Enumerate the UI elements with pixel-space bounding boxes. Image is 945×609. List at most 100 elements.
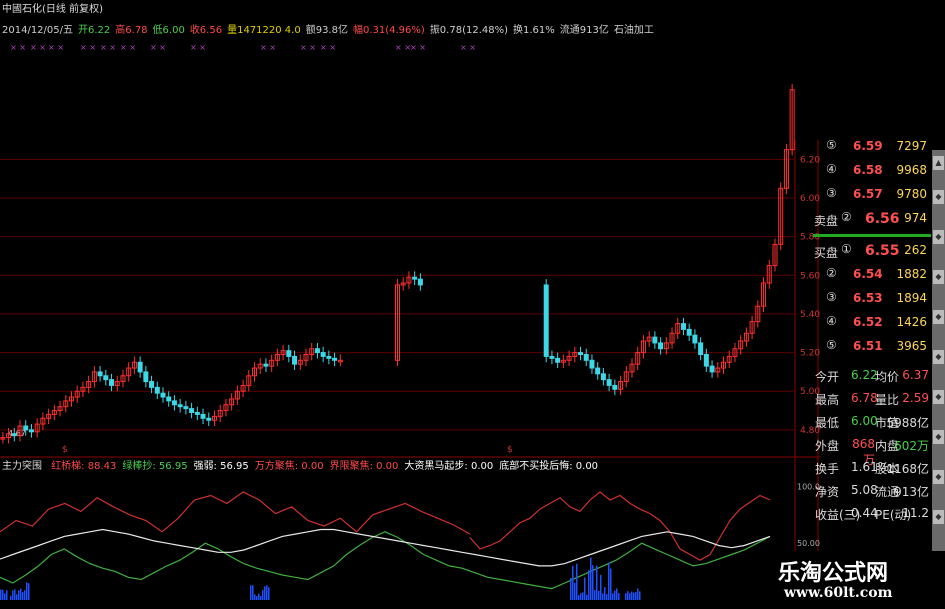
order-volume: 9780 [896,187,927,201]
order-volume: 1426 [896,315,927,329]
buy-order-row: ① 6.55 262 买盘 [813,238,931,264]
volume-bar [588,570,590,600]
strength-line [0,530,770,566]
volume-bar [24,590,26,600]
quote-info-item: 流通913亿 [560,25,609,36]
candle-body [184,407,188,409]
buy-order-row: ③ 6.53 1894 [813,286,931,312]
volume-bar [618,593,620,600]
chart-title: 中國石化(日线 前复权) [2,4,103,16]
signal-marker: × × [48,43,64,52]
signal-marker: × × [320,43,336,52]
volume-bar [600,575,602,600]
indicator-name[interactable]: 主力突围 [2,461,42,472]
scroll-button[interactable]: ◆ [933,430,944,444]
scroll-button[interactable]: ◆ [933,390,944,404]
order-level: ④ [826,314,837,328]
quote-info-bar: 2014/12/05/五 开6.22 高6.78 低6.00 收6.56 量1471220… [2,25,659,37]
stat-label: 均价 [875,368,899,385]
candle-body [584,355,588,361]
signal-marker: × × [120,43,136,52]
volume-bar [582,592,584,600]
stock-chart[interactable]: 6.206.005.805.605.405.205.004.804.67× × ×… [0,0,945,609]
quote-info-item: 2014/12/05/五 [2,25,73,36]
order-volume: 7297 [896,139,927,153]
quote-info-item: 开6.22 [78,25,110,36]
signal-marker: × × [260,43,276,52]
volume-bar [254,594,256,600]
candle-body [161,393,165,397]
scroll-up-button[interactable]: ▲ [933,156,944,170]
candle-body [579,353,583,355]
volume-bar [20,589,22,600]
candle-body [333,358,337,360]
event-marker: $ [62,445,68,455]
volume-bar [256,596,258,600]
scroll-button[interactable]: ◆ [933,350,944,364]
signal-marker: × × [460,43,476,52]
volume-bar [596,566,598,600]
indicator-value: 底部不买投后悔: 0.00 [499,461,598,472]
signal-marker: × × [150,43,166,52]
volume-bar [268,587,270,600]
order-price: 6.55 [865,243,900,259]
side-scrollbar[interactable]: ▲ ◆ ◆ ◆ ◆ ◆ ◆ ◆ ◆ ◆ [932,150,945,604]
candle-body [110,380,114,386]
stat-value: 5.08 [851,483,875,497]
scroll-button[interactable]: ◆ [933,270,944,284]
volume-bar [578,595,580,600]
scroll-button[interactable]: ◆ [933,470,944,484]
red-indicator-line [0,492,470,534]
order-price: 6.58 [853,163,883,177]
volume-bar [28,583,30,600]
candle-body [550,356,554,358]
scroll-button[interactable]: ◆ [933,510,944,524]
order-price: 6.51 [853,339,883,353]
candle-body [413,277,417,279]
signal-marker: × × [30,43,46,52]
scroll-button[interactable]: ◆ [933,310,944,324]
signal-marker: × × [10,43,26,52]
order-price: 6.53 [853,291,883,305]
indicator-value: 界限聚焦: 0.00 [330,461,399,472]
order-volume: 262 [904,243,927,257]
volume-bar [4,593,6,600]
watermark-logo: 乐淘公式网 www.60lt.com [768,551,945,609]
candle-body [681,324,685,330]
volume-bar [586,595,588,600]
volume-bar [266,585,268,600]
quote-info-item: 石油加工 [614,25,654,36]
volume-bar [594,590,596,600]
indicator-value: 红桥梯: 88.43 [51,461,116,472]
volume-bar [262,590,264,600]
candle-body [150,382,154,388]
quote-info-item: 量1471220 4.0 [227,25,301,36]
stat-value: 6.00 [851,414,875,428]
order-volume: 1894 [896,291,927,305]
volume-bar [631,592,633,600]
order-level: ③ [826,186,837,200]
quote-info-item: 幅0.31(4.96%) [353,25,425,36]
watermark-title: 乐淘公式网 [778,555,888,587]
candle-body [104,376,108,380]
volume-bar [260,596,262,600]
buy-label: 买盘 [814,244,838,261]
signal-marker: × × [395,43,411,52]
scroll-button[interactable]: ◆ [933,230,944,244]
buy-order-row: ④ 6.52 1426 [813,310,931,336]
stat-label: 换手 [815,460,839,477]
candle-body [98,372,102,376]
buy-order-row: ② 6.54 1882 [813,262,931,288]
green-indicator-line [0,532,770,589]
scroll-button[interactable]: ◆ [933,190,944,204]
volume-bar [598,591,600,600]
candle-body [207,418,211,420]
volume-bar [633,593,635,600]
volume-bar [616,588,618,600]
quote-panel: ⑤ 6.59 7297 ④ 6.58 9968 ③ 6.57 9780 ② 6.56 974 卖盘 ① 6.… [813,134,931,600]
volume-bar [18,590,20,600]
indicator-value: 大资黑马起步: 0.00 [404,461,493,472]
candle-body [138,362,142,372]
volume-bar [584,578,586,600]
volume-bar [612,593,614,600]
